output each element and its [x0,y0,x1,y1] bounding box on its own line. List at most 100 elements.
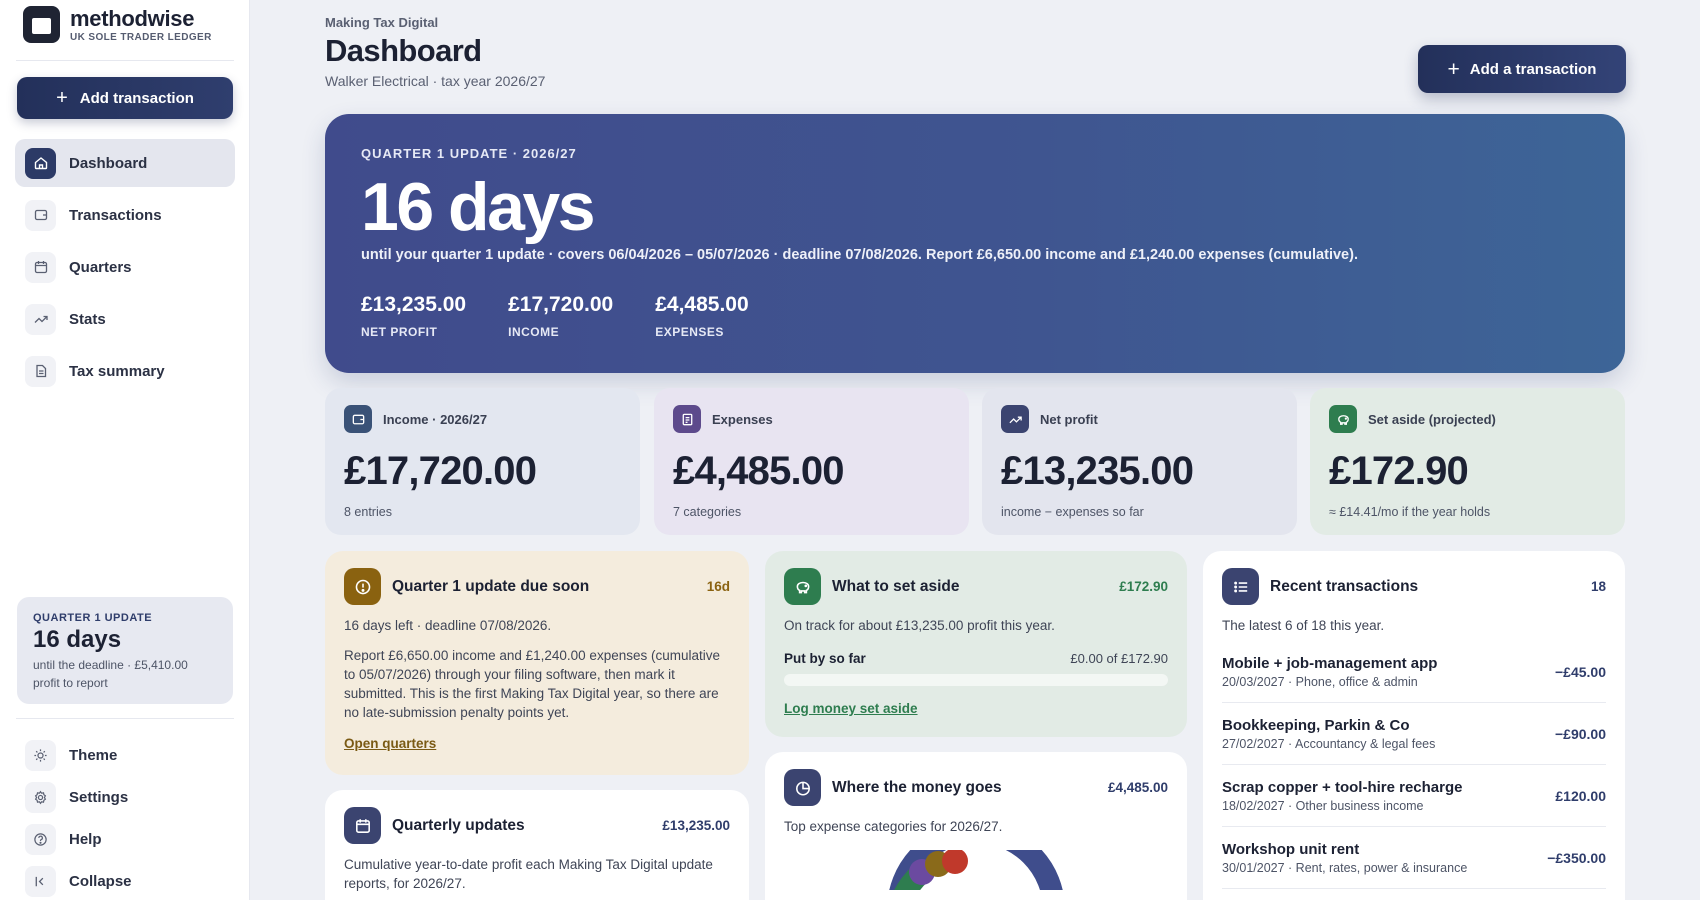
stat-card-set-aside[interactable]: Set aside (projected) £172.90 ≈ £14.41/m… [1310,388,1625,535]
hero-stat-label: NET PROFIT [361,325,438,339]
document-icon [25,355,56,387]
stat-card-title: Net profit [1040,411,1098,427]
wallet-icon [25,199,56,231]
sidebar-item-label: Settings [69,788,129,806]
stat-card-subtext: 8 entries [344,505,392,519]
transaction-meta: 18/02/2027 · Other business income [1222,798,1424,813]
stat-card-net-profit[interactable]: Net profit £13,235.00 income − expenses … [982,388,1297,535]
panel-subtext: On track for about £13,235.00 profit thi… [784,618,1055,633]
trend-icon [1001,405,1029,433]
divider [16,718,234,719]
quarter-due-panel: Quarter 1 update due soon 16d 16 days le… [325,551,749,775]
gear-icon [25,781,56,813]
hero-stat-value: £17,720.00 [508,293,614,316]
sidebar-item-tax-summary[interactable]: Tax summary [15,347,235,395]
add-transaction-button[interactable]: + Add a transaction [1418,45,1626,93]
sidebar-item-settings[interactable]: Settings [15,776,235,818]
stat-card-expenses[interactable]: Expenses £4,485.00 7 categories [654,388,969,535]
where-money-goes-panel: Where the money goes £4,485.00 Top expen… [765,752,1187,900]
hero-stat-label: INCOME [508,325,560,339]
quarter-update-hero: QUARTER 1 UPDATE · 2026/27 16 days until… [325,114,1625,373]
sidebar-item-transactions[interactable]: Transactions [15,191,235,239]
list-icon [1222,568,1259,605]
stat-card-value: £13,235.00 [1001,449,1194,493]
stat-card-subtext: income − expenses so far [1001,505,1144,519]
sidebar-item-label: Theme [69,746,118,764]
days-badge: 16d [706,579,730,594]
sidebar-item-label: Quarters [69,258,132,276]
page-subtitle: Walker Electrical · tax year 2026/27 [325,73,546,89]
hero-stat-value: £4,485.00 [655,293,749,316]
brand-name: methodwise [70,5,195,31]
stat-card-title: Income · 2026/27 [383,411,488,427]
page-title: Dashboard [325,33,482,68]
quarter-card-kicker: QUARTER 1 UPDATE [33,612,153,624]
hero-kicker: QUARTER 1 UPDATE · 2026/27 [361,146,577,161]
sidebar-item-quarters[interactable]: Quarters [15,243,235,291]
hero-stat-income: £17,720.00 INCOME [508,293,613,339]
brand[interactable]: methodwise UK SOLE TRADER LEDGER [23,6,212,43]
count-badge: 18 [1590,579,1606,594]
stat-card-value: £17,720.00 [344,449,537,493]
transaction-amount: £120.00 [1555,787,1606,804]
sidebar: methodwise UK SOLE TRADER LEDGER + Add t… [0,0,250,900]
panel-title: Quarter 1 update due soon [392,577,590,595]
stat-card-subtext: 7 categories [673,505,742,519]
sidebar-item-dashboard[interactable]: Dashboard [15,139,235,187]
hero-stat-expenses: £4,485.00 EXPENSES [655,293,748,339]
transaction-row[interactable]: Mobile + job-management app 20/03/2027 ·… [1222,641,1606,703]
sidebar-item-label: Help [69,830,102,848]
plus-icon: + [56,87,68,109]
stat-card-title: Expenses [712,411,773,427]
collapse-icon [25,865,56,897]
sidebar-quarter-card[interactable]: QUARTER 1 UPDATE 16 days until the deadl… [17,597,233,704]
open-quarters-link[interactable]: Open quarters [344,736,730,751]
sidebar-item-label: Collapse [69,872,132,890]
stat-card-subtext: ≈ £14.41/mo if the year holds [1329,505,1491,519]
expenses-badge: £4,485.00 [1107,780,1168,795]
panel-body: Report £6,650.00 income and £1,240.00 ex… [344,648,720,720]
stat-card-income[interactable]: Income · 2026/27 £17,720.00 8 entries [325,388,640,535]
quarter-card-days: 16 days [33,626,122,653]
sidebar-item-collapse[interactable]: Collapse [15,860,235,900]
add-transaction-label: Add transaction [79,89,194,107]
sidebar-bottom-nav: Theme Settings Help Collapse [15,734,235,900]
sidebar-nav: Dashboard Transactions Quarters Stats Ta… [15,139,235,399]
trend-icon [25,303,56,335]
set-aside-panel: What to set aside £172.90 On track for a… [765,551,1187,737]
sidebar-item-stats[interactable]: Stats [15,295,235,343]
transaction-name: Workshop unit rent [1222,840,1360,858]
panel-subtext: Top expense categories for 2026/27. [784,819,1003,834]
help-icon [25,823,56,855]
calendar-icon [344,807,381,844]
receipt-icon [673,405,701,433]
add-transaction-label: Add a transaction [1469,60,1597,78]
sidebar-add-transaction-button[interactable]: + Add transaction [17,77,233,119]
sidebar-item-theme[interactable]: Theme [15,734,235,776]
transaction-name: Scrap copper + tool-hire recharge [1222,778,1463,796]
transaction-row[interactable]: Bookkeeping, Parkin & Co 27/02/2027 · Ac… [1222,703,1606,765]
sidebar-item-help[interactable]: Help [15,818,235,860]
panel-title: What to set aside [832,577,960,595]
transaction-meta: 30/01/2027 · Rent, rates, power & insura… [1222,860,1468,875]
transaction-amount: −£90.00 [1555,725,1606,742]
expense-donut-chart [889,850,1063,890]
transaction-row[interactable]: Workshop unit rent 30/01/2027 · Rent, ra… [1222,827,1606,889]
panel-subtext: Cumulative year-to-date profit each Maki… [344,857,713,891]
plus-icon: + [1447,57,1460,81]
stat-card-value: £172.90 [1329,449,1469,493]
calendar-icon [25,251,56,283]
breadcrumb[interactable]: Making Tax Digital [325,15,438,30]
panel-subtext: The latest 6 of 18 this year. [1222,618,1385,633]
progress-value: £0.00 of £172.90 [1070,651,1168,666]
panel-title: Quarterly updates [392,816,525,834]
transaction-name: Mobile + job-management app [1222,654,1438,672]
progress-label: Put by so far [784,651,866,666]
log-money-set-aside-link[interactable]: Log money set aside [784,701,1168,716]
hero-stats: £13,235.00 NET PROFIT £17,720.00 INCOME … [361,293,1589,339]
hero-countdown: 16 days [361,169,596,245]
sidebar-item-label: Tax summary [69,362,165,380]
panel-subtext: 16 days left · deadline 07/08/2026. [344,618,552,633]
transaction-row[interactable]: Scrap copper + tool-hire recharge 18/02/… [1222,765,1606,827]
transaction-meta: 20/03/2027 · Phone, office & admin [1222,674,1418,689]
